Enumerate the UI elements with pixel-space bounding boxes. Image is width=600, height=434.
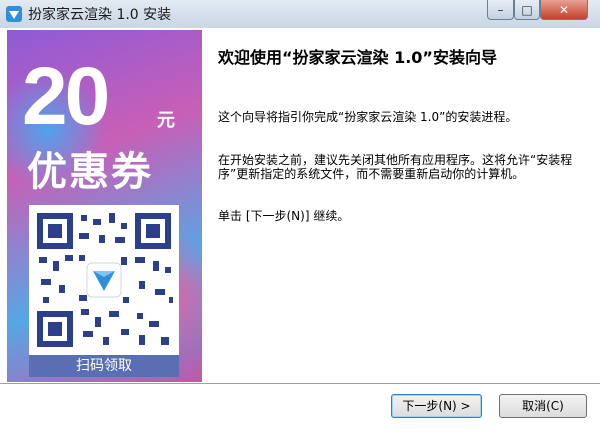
window-title: 扮家家云渲染 1.0 安装 (28, 7, 172, 23)
scan-caption: 扫码领取 (29, 355, 179, 377)
close-button[interactable]: ✕ (540, 0, 588, 20)
next-button[interactable]: 下一步(N) > (391, 394, 482, 418)
coupon-label: 优惠券 (27, 149, 153, 195)
app-icon (6, 6, 22, 22)
maximize-button[interactable]: □ (514, 0, 540, 20)
qr-code (29, 205, 179, 355)
continue-instruction: 单击 [下一步(N)] 继续。 (218, 209, 350, 223)
title-bar: 扮家家云渲染 1.0 安装 – □ ✕ (0, 0, 600, 28)
page-title: 欢迎使用“扮家家云渲染 1.0”安装向导 (218, 48, 497, 67)
promo-banner: 20 元 优惠券 扫码领取 (7, 30, 202, 382)
qr-code-icon (37, 213, 173, 347)
coupon-amount: 20 (22, 51, 110, 142)
minimize-button[interactable]: – (487, 0, 514, 20)
intro-text: 这个向导将指引你完成“扮家家云渲染 1.0”的安装进程。 (218, 110, 518, 124)
coupon-unit: 元 (157, 110, 175, 131)
recommendation-text: 在开始安装之前，建议先关闭其他所有应用程序。这将允许“安装程序”更新指定的系统文… (218, 153, 573, 181)
footer-divider (0, 383, 600, 385)
cancel-button[interactable]: 取消(C) (499, 394, 587, 418)
